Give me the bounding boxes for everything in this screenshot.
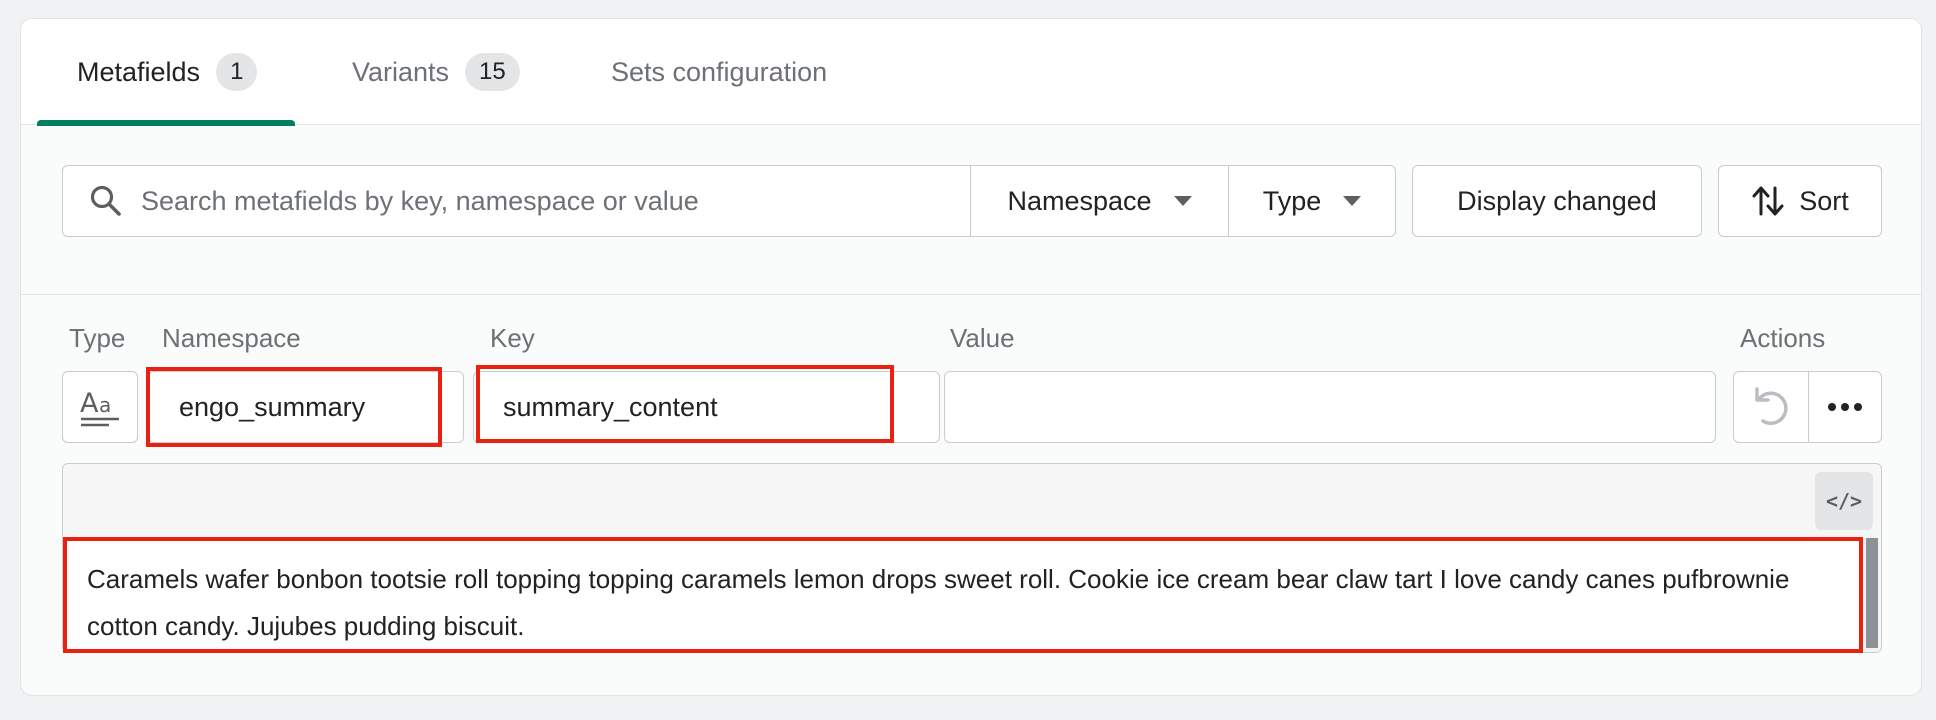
metafields-card: Metafields 1 Variants 15 Sets configurat… bbox=[20, 18, 1922, 696]
type-selector[interactable]: A a bbox=[62, 371, 138, 443]
key-value: summary_content bbox=[503, 391, 718, 422]
tab-metafields[interactable]: Metafields 1 bbox=[37, 19, 295, 126]
editor-scrollbar[interactable] bbox=[1865, 538, 1879, 652]
svg-text:A: A bbox=[80, 388, 99, 419]
rich-text-editor: </> Caramels wafer bonbon tootsie roll t… bbox=[62, 463, 1882, 653]
search-input[interactable] bbox=[141, 185, 961, 217]
key-input[interactable]: summary_content bbox=[473, 371, 940, 443]
search-field[interactable] bbox=[62, 165, 970, 237]
editor-content[interactable]: Caramels wafer bonbon tootsie roll toppi… bbox=[63, 538, 1863, 652]
column-header-key: Key bbox=[490, 323, 535, 353]
tab-variants[interactable]: Variants 15 bbox=[352, 19, 520, 125]
undo-icon bbox=[1755, 387, 1788, 425]
tab-label: Variants bbox=[352, 56, 450, 87]
sort-icon bbox=[1752, 186, 1784, 216]
revert-button[interactable] bbox=[1734, 372, 1808, 442]
column-header-type: Type bbox=[69, 323, 126, 353]
type-filter-button[interactable]: Type bbox=[1228, 165, 1396, 237]
more-actions-button[interactable] bbox=[1807, 372, 1882, 442]
display-changed-label: Display changed bbox=[1457, 185, 1657, 216]
display-changed-button[interactable]: Display changed bbox=[1412, 165, 1702, 237]
namespace-filter-label: Namespace bbox=[1007, 185, 1152, 216]
code-icon: </> bbox=[1825, 489, 1863, 513]
tab-bar: Metafields 1 Variants 15 Sets configurat… bbox=[21, 19, 1921, 126]
count-badge: 15 bbox=[465, 53, 520, 91]
svg-text:a: a bbox=[99, 393, 111, 417]
sort-label: Sort bbox=[1799, 185, 1849, 216]
tab-sets-configuration[interactable]: Sets configuration bbox=[611, 19, 827, 125]
column-header-value: Value bbox=[950, 323, 1015, 353]
type-filter-label: Type bbox=[1262, 185, 1322, 216]
column-header-namespace: Namespace bbox=[162, 323, 301, 353]
filter-bar: Namespace Type Display changed Sort bbox=[21, 125, 1921, 295]
column-header-actions: Actions bbox=[1740, 323, 1826, 353]
code-view-toggle[interactable]: </> bbox=[1815, 472, 1873, 530]
tab-label: Metafields bbox=[77, 56, 201, 87]
content-text: Caramels wafer bonbon tootsie roll toppi… bbox=[87, 564, 1790, 641]
namespace-input[interactable]: engo_summary bbox=[148, 371, 464, 443]
sort-button[interactable]: Sort bbox=[1718, 165, 1882, 237]
namespace-filter-button[interactable]: Namespace bbox=[970, 165, 1229, 237]
row-actions bbox=[1733, 371, 1882, 443]
scrollbar-thumb[interactable] bbox=[1866, 538, 1878, 648]
count-badge: 1 bbox=[216, 53, 258, 91]
more-horizontal-icon bbox=[1827, 403, 1862, 411]
value-input[interactable] bbox=[944, 371, 1716, 443]
caret-down-icon bbox=[1173, 196, 1192, 206]
tab-label: Sets configuration bbox=[611, 56, 828, 87]
search-icon bbox=[90, 185, 121, 216]
caret-down-icon bbox=[1343, 196, 1362, 206]
namespace-value: engo_summary bbox=[179, 391, 366, 422]
rich-text-icon: A a bbox=[80, 388, 119, 427]
